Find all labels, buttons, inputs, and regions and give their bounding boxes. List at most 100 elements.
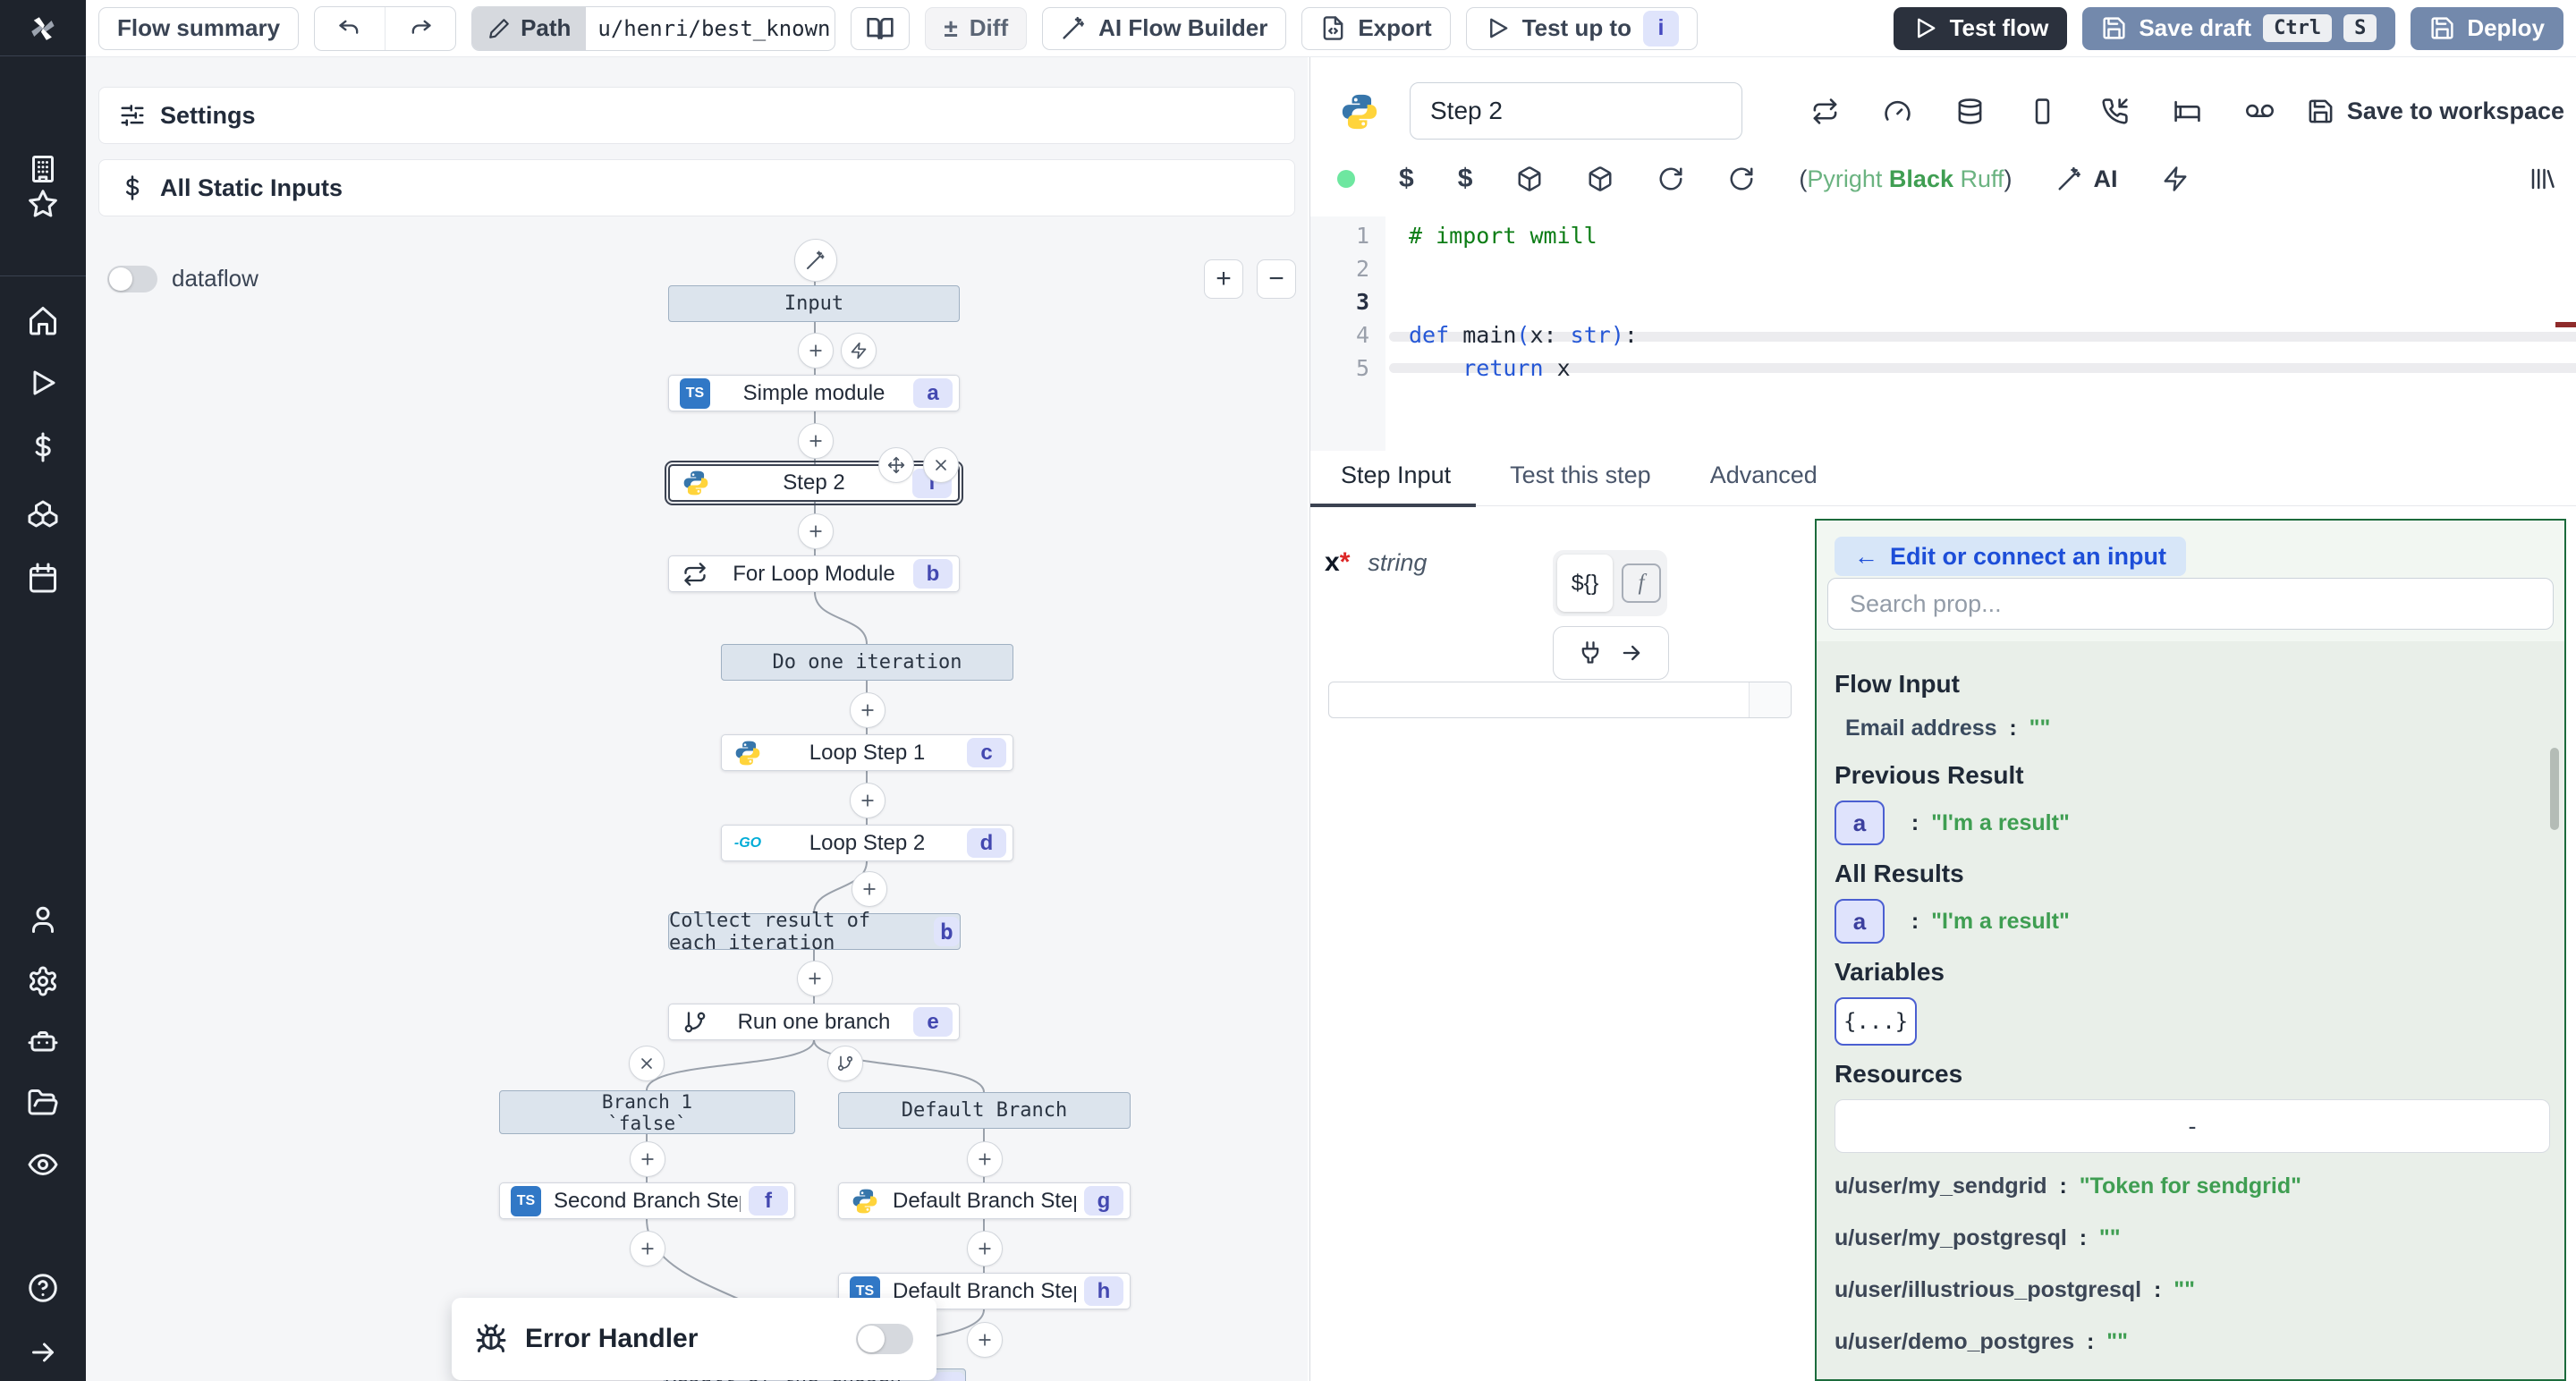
code-line[interactable]: 4def main(x: str): [1310, 318, 2576, 352]
code-line[interactable]: 5 return x [1310, 352, 2576, 385]
step-name-input[interactable] [1410, 82, 1742, 140]
package-icon[interactable] [1516, 165, 1543, 192]
add-step-button[interactable] [798, 423, 834, 459]
flow-canvas[interactable]: Settings All Static Inputs dataflow + − [86, 57, 1308, 1381]
docs-book-button[interactable] [851, 7, 910, 50]
home-icon[interactable] [0, 295, 86, 345]
flow-node-loop-step2[interactable]: -GO Loop Step 2 d [721, 825, 1013, 861]
deploy-button[interactable]: Deploy [2411, 7, 2563, 50]
result-row[interactable]: a : "I'm a result" [1835, 899, 2552, 944]
code-line[interactable]: 3 [1310, 285, 2576, 318]
workers-robot-icon[interactable] [0, 1017, 86, 1067]
help-icon[interactable] [0, 1263, 86, 1313]
export-button[interactable]: Export [1301, 7, 1450, 50]
path-input[interactable]: u/henri/best_known [586, 7, 835, 50]
resource-row[interactable]: u/user/my_sendgrid : "Token for sendgrid… [1835, 1167, 2552, 1205]
add-step-button[interactable] [967, 1141, 1003, 1177]
folders-icon[interactable] [0, 1078, 86, 1128]
test-up-to-button[interactable]: Test up toi [1466, 7, 1698, 50]
refresh-icon[interactable] [1657, 165, 1684, 192]
id-chip[interactable]: a [1835, 801, 1885, 845]
collapse-rail-icon[interactable] [0, 1327, 86, 1377]
flow-node-collect-result[interactable]: Collect result of each iteration b [668, 913, 961, 950]
path-control[interactable]: Path u/henri/best_known [471, 6, 835, 51]
move-step-button[interactable] [878, 447, 914, 483]
flow-node-run-one-branch[interactable]: Run one branch e [668, 1004, 960, 1040]
add-step-button[interactable] [798, 513, 834, 549]
remove-branch-button[interactable] [629, 1046, 665, 1081]
tab-step-input[interactable]: Step Input [1341, 451, 1451, 506]
ai-assist-button[interactable]: AI [2056, 165, 2118, 193]
tab-advanced[interactable]: Advanced [1710, 451, 1818, 506]
add-step-button[interactable] [850, 783, 886, 818]
schedules-icon[interactable] [0, 553, 86, 603]
flow-node-step2[interactable]: Step 2 i [668, 464, 960, 502]
favorites-star-icon[interactable] [0, 179, 86, 229]
bed-icon[interactable] [2174, 97, 2201, 125]
voicemail-icon[interactable] [2246, 97, 2274, 125]
dollar-icon[interactable]: $ [1399, 164, 1414, 194]
flow-node-do-one-iteration[interactable]: Do one iteration [721, 644, 1013, 681]
tab-test-this-step[interactable]: Test this step [1510, 451, 1651, 506]
database-icon[interactable] [1956, 97, 1984, 125]
resources-icon[interactable] [0, 487, 86, 538]
settings-gear-icon[interactable] [0, 956, 86, 1006]
redo-button[interactable] [385, 7, 455, 50]
add-step-button[interactable] [852, 871, 887, 907]
function-mode-button[interactable]: f [1622, 563, 1661, 603]
flow-node-branch1[interactable]: Branch 1 `false` [499, 1090, 795, 1134]
add-step-button[interactable] [850, 692, 886, 728]
flow-node-input[interactable]: Input [668, 285, 960, 322]
result-row[interactable]: a : "I'm a result" [1835, 801, 2552, 845]
flow-node-for-loop[interactable]: For Loop Module b [668, 555, 960, 592]
windmill-logo-icon[interactable] [0, 4, 86, 54]
connect-input-button[interactable] [1553, 626, 1669, 680]
add-step-button[interactable] [798, 333, 834, 369]
package-icon[interactable] [1587, 165, 1614, 192]
id-chip[interactable]: a [1835, 899, 1885, 944]
phone-incoming-icon[interactable] [2101, 97, 2129, 125]
error-handler-toggle[interactable] [856, 1324, 913, 1354]
flow-node-default-branch[interactable]: Default Branch [838, 1092, 1131, 1129]
ai-wand-circle[interactable] [794, 239, 837, 282]
audit-eye-icon[interactable] [0, 1140, 86, 1190]
variables-icon[interactable] [0, 422, 86, 472]
add-step-button[interactable] [797, 961, 833, 996]
users-icon[interactable] [0, 894, 86, 945]
ai-flow-builder-button[interactable]: AI Flow Builder [1042, 7, 1286, 50]
flow-node-loop-step1[interactable]: Loop Step 1 c [721, 734, 1013, 771]
code-line[interactable]: 2 [1310, 252, 2576, 285]
id-chip[interactable]: {...} [1835, 997, 1917, 1046]
diff-button[interactable]: ±Diff [925, 7, 1027, 50]
dollar-icon[interactable]: $ [1458, 164, 1473, 194]
code-line[interactable]: 1# import wmill [1310, 219, 2576, 252]
add-step-button[interactable] [630, 1231, 665, 1267]
test-flow-button[interactable]: Test flow [1894, 7, 2068, 50]
resource-row[interactable]: u/user/demo_postgres : "" [1835, 1323, 2552, 1360]
gauge-icon[interactable] [1884, 97, 1911, 125]
flow-input-row[interactable]: Email address : "" [1835, 709, 2552, 747]
add-step-button[interactable] [967, 1231, 1003, 1267]
trigger-bolt-button[interactable] [841, 333, 877, 369]
resource-row[interactable]: u/user/illustrious_postgresql : "" [1835, 1271, 2552, 1309]
library-icon[interactable] [2529, 150, 2555, 208]
resource-row[interactable]: u/ruben-user/u/ruben-user/my_flow_2/g/al… [1835, 1375, 2552, 1379]
template-mode-button[interactable]: ${} [1557, 555, 1613, 612]
error-handler-bar[interactable]: Error Handler [452, 1298, 936, 1380]
input-end-cell[interactable] [1749, 682, 1791, 717]
delete-step-button[interactable] [923, 447, 959, 483]
add-step-button[interactable] [630, 1141, 665, 1177]
save-draft-button[interactable]: Save draftCtrlS [2082, 7, 2395, 50]
runs-icon[interactable] [0, 358, 86, 408]
repeat-icon[interactable] [1811, 97, 1839, 125]
mobile-icon[interactable] [2029, 97, 2056, 125]
save-to-workspace-button[interactable]: Save to workspace [2307, 82, 2564, 140]
arg-value-input[interactable] [1328, 682, 1792, 718]
add-step-button[interactable] [967, 1322, 1003, 1358]
undo-button[interactable] [315, 7, 385, 50]
result-row[interactable]: {...} [1835, 997, 2552, 1046]
refresh-icon[interactable] [1728, 165, 1755, 192]
flow-node-default-branch-step1[interactable]: Default Branch Step 1 g [838, 1182, 1131, 1219]
add-branch-button[interactable] [827, 1046, 863, 1081]
flow-summary-button[interactable]: Flow summary [98, 7, 299, 50]
